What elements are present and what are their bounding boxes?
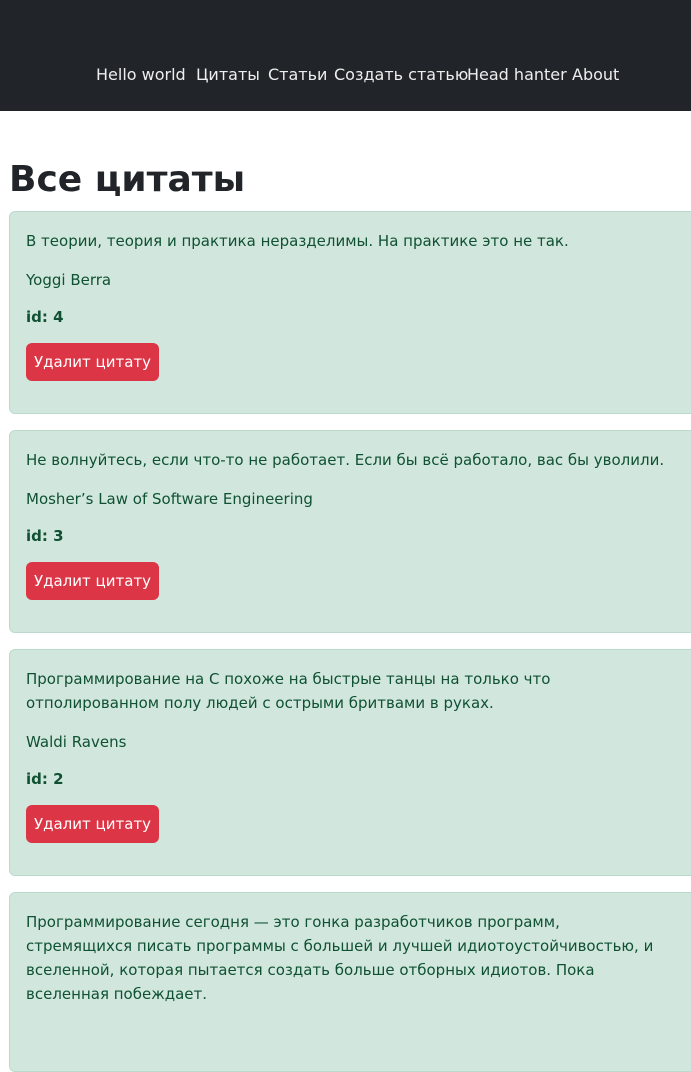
quote-id: id: 4 bbox=[26, 308, 64, 326]
nav-link-articles[interactable]: Статьи bbox=[268, 64, 327, 86]
quote-card: Программирование сегодня — это гонка раз… bbox=[9, 892, 691, 1072]
quote-text: Программирование на С похоже на быстрые … bbox=[26, 670, 551, 712]
nav-link-quotes[interactable]: Цитаты bbox=[196, 64, 260, 86]
quote-author: Yoggi Berra bbox=[26, 271, 112, 289]
delete-quote-button[interactable]: Удалит цитату bbox=[26, 343, 159, 381]
nav-link-about[interactable]: About bbox=[572, 64, 619, 86]
delete-quote-button[interactable]: Удалит цитату bbox=[26, 805, 159, 843]
nav-link-hello-world[interactable]: Hello world bbox=[96, 64, 186, 86]
page-title: Все цитаты bbox=[9, 159, 246, 200]
top-navbar: Hello world Цитаты Статьи Создать статью… bbox=[0, 0, 691, 111]
quote-card: В теории, теория и практика неразделимы.… bbox=[9, 211, 691, 414]
nav-link-create-article[interactable]: Создать статью bbox=[334, 64, 468, 86]
nav-link-head-hanter[interactable]: Head hanter bbox=[467, 64, 567, 86]
quote-text: Программирование сегодня — это гонка раз… bbox=[26, 913, 654, 1003]
quote-author: Waldi Ravens bbox=[26, 733, 127, 751]
quote-card: Не волнуйтесь, если что-то не работает. … bbox=[9, 430, 691, 633]
quote-id: id: 3 bbox=[26, 527, 64, 545]
delete-quote-button[interactable]: Удалит цитату bbox=[26, 562, 159, 600]
quote-text: Не волнуйтесь, если что-то не работает. … bbox=[26, 451, 665, 469]
quote-id: id: 2 bbox=[26, 770, 64, 788]
quote-card: Программирование на С похоже на быстрые … bbox=[9, 649, 691, 876]
quote-author: Mosher’s Law of Software Engineering bbox=[26, 490, 313, 508]
quote-text: В теории, теория и практика неразделимы.… bbox=[26, 232, 569, 250]
